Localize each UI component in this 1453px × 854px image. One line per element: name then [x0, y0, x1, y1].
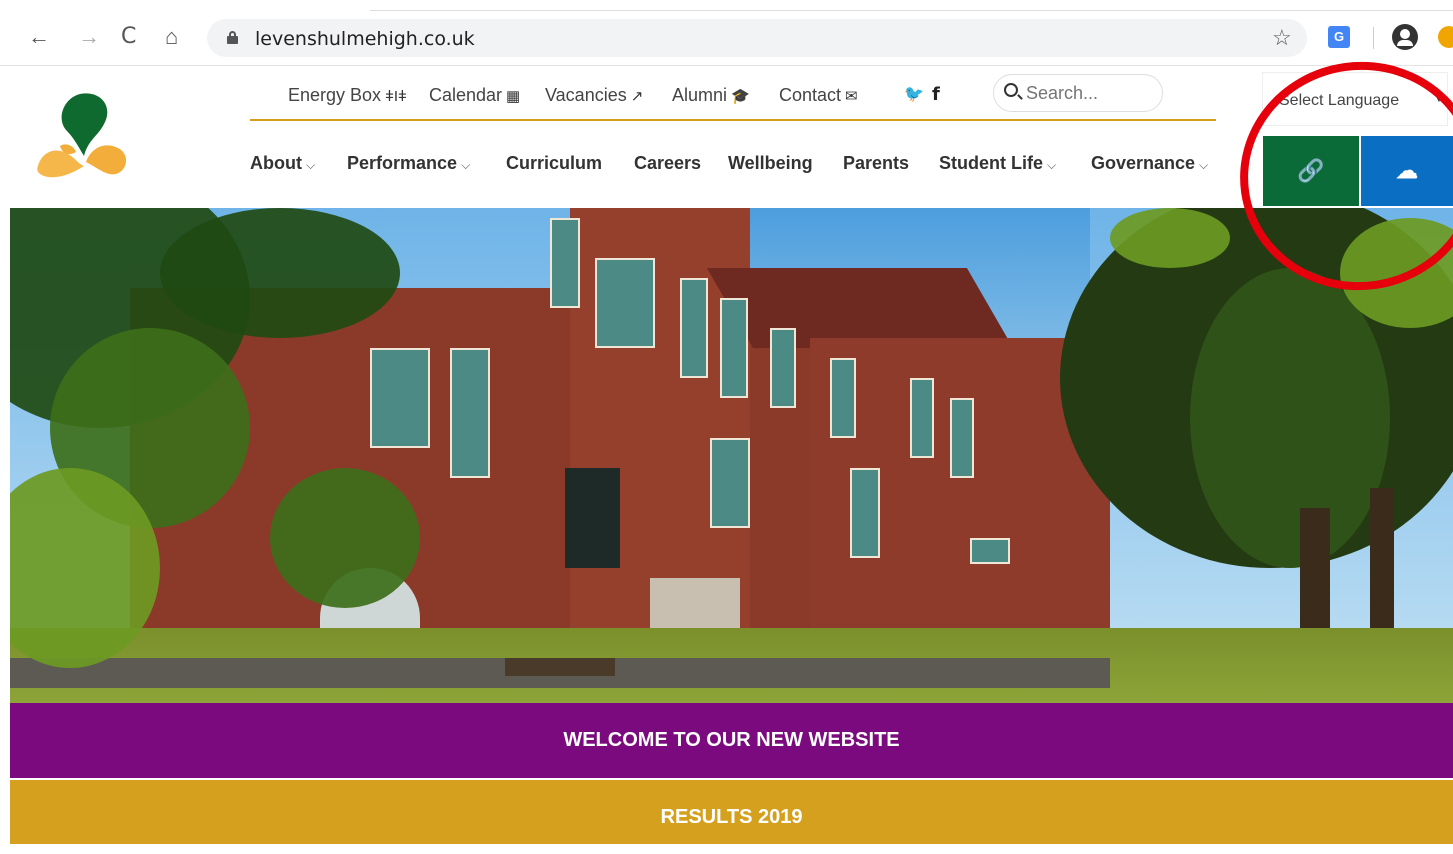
- vacancies-label: Vacancies: [545, 85, 627, 105]
- bench: [505, 658, 615, 676]
- nav-governance[interactable]: Governance ⌵: [1091, 153, 1208, 174]
- search-input[interactable]: [1026, 81, 1156, 105]
- tab-strip-edge: [370, 10, 1453, 11]
- nav-wellbeing[interactable]: Wellbeing: [728, 153, 813, 174]
- results-banner[interactable]: RESULTS 2019: [10, 780, 1453, 844]
- nav-about[interactable]: About ⌵: [250, 153, 315, 174]
- window: [595, 258, 655, 348]
- energy-box-link[interactable]: Energy Box ǂIǂ: [288, 85, 407, 106]
- energy-box-label: Energy Box: [288, 85, 382, 105]
- window: [830, 358, 856, 438]
- nav-governance-label: Governance: [1091, 153, 1196, 173]
- nav-careers-label: Careers: [634, 153, 702, 173]
- alumni-label: Alumni: [672, 85, 728, 105]
- chevron-down-icon: ⌵: [305, 158, 316, 172]
- contact-label: Contact: [779, 85, 842, 105]
- nav-student-life-label: Student Life: [939, 153, 1043, 173]
- foliage: [270, 468, 420, 608]
- back-arrow-icon[interactable]: ←: [28, 24, 50, 50]
- window: [450, 348, 490, 478]
- nav-student-life[interactable]: Student Life ⌵: [939, 153, 1056, 174]
- reload-icon[interactable]: C: [121, 24, 136, 50]
- window: [370, 348, 430, 448]
- calendar-icon: ▦: [506, 88, 521, 105]
- site-search[interactable]: [993, 74, 1163, 112]
- nav-curriculum[interactable]: Curriculum: [506, 153, 602, 174]
- facebook-icon[interactable]: f: [932, 84, 940, 105]
- window: [970, 538, 1010, 564]
- entrance-door: [565, 468, 620, 568]
- tree-canopy: [1190, 268, 1390, 568]
- google-translate-icon[interactable]: G: [1328, 26, 1350, 48]
- account-icon[interactable]: [1392, 24, 1418, 50]
- address-bar[interactable]: levenshulmehigh.co.uk: [207, 19, 1307, 57]
- url-text[interactable]: levenshulmehigh.co.uk: [255, 28, 475, 50]
- forward-arrow-icon[interactable]: →: [78, 24, 100, 50]
- twitter-icon[interactable]: 🐦: [904, 84, 924, 104]
- home-icon[interactable]: ⌂: [165, 24, 178, 50]
- foliage: [1110, 208, 1230, 268]
- window: [680, 278, 708, 378]
- utility-links-bar: Energy Box ǂIǂ Calendar ▦ Vacancies ↗ Alumn…: [250, 74, 1216, 121]
- welcome-banner[interactable]: WELCOME TO OUR NEW WEBSITE: [10, 703, 1453, 778]
- bookmark-star-icon[interactable]: ☆: [1272, 25, 1292, 51]
- nav-performance-label: Performance: [347, 153, 458, 173]
- hero-image: [10, 208, 1453, 703]
- chevron-down-icon: ⌵: [461, 158, 471, 172]
- nav-performance[interactable]: Performance ⌵: [347, 153, 470, 174]
- window: [710, 438, 750, 528]
- window: [550, 218, 580, 308]
- chevron-down-icon: ⌵: [1199, 158, 1209, 172]
- nav-parents-label: Parents: [843, 153, 910, 173]
- vacancies-link[interactable]: Vacancies ↗: [545, 85, 643, 106]
- window: [850, 468, 880, 558]
- nav-careers[interactable]: Careers: [634, 153, 701, 174]
- foliage: [160, 208, 400, 338]
- school-logo[interactable]: [36, 90, 132, 180]
- lock-icon: [227, 31, 238, 44]
- calendar-link[interactable]: Calendar ▦: [429, 85, 520, 106]
- window: [910, 378, 934, 458]
- contact-link[interactable]: Contact ✉: [779, 85, 858, 106]
- nav-wellbeing-label: Wellbeing: [728, 153, 813, 173]
- external-link-icon: ↗: [630, 88, 644, 105]
- calendar-label: Calendar: [429, 85, 503, 105]
- window: [770, 328, 796, 408]
- envelope-icon: ✉: [845, 88, 858, 105]
- graduation-cap-icon: 🎓: [731, 88, 750, 105]
- browser-toolbar: ← → C ⌂ levenshulmehigh.co.uk ☆ G: [0, 0, 1453, 66]
- dumbbell-icon: ǂIǂ: [385, 88, 407, 105]
- nav-about-label: About: [250, 153, 302, 173]
- nav-curriculum-label: Curriculum: [506, 153, 603, 173]
- search-icon: [1004, 83, 1018, 97]
- window: [720, 298, 748, 398]
- window: [950, 398, 974, 478]
- extension-icon[interactable]: [1438, 26, 1453, 48]
- chevron-down-icon: ⌵: [1047, 158, 1057, 172]
- building-roof: [706, 268, 1014, 348]
- nav-parents[interactable]: Parents: [843, 153, 909, 174]
- toolbar-divider: [1373, 27, 1374, 49]
- alumni-link[interactable]: Alumni 🎓: [672, 85, 750, 106]
